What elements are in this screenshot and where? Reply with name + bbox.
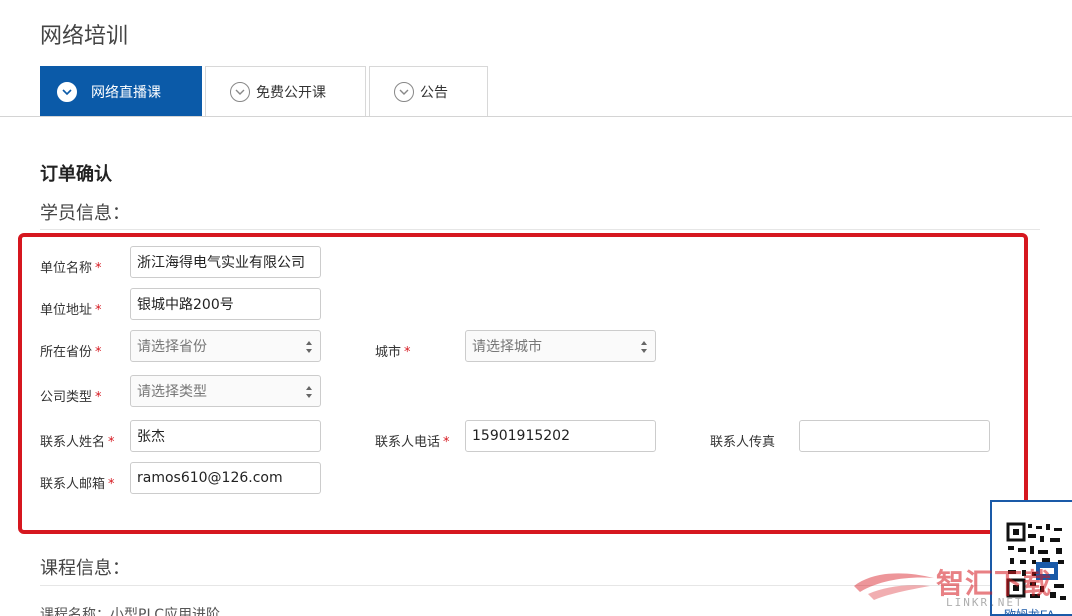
- tab-divider: [0, 116, 1072, 117]
- chevron-down-circle-icon: [394, 82, 414, 102]
- student-section-title: 学员信息：: [40, 203, 130, 224]
- tab-free-course[interactable]: 免费公开课: [205, 66, 366, 117]
- tab-live-course[interactable]: 网络直播课: [40, 66, 202, 117]
- tab-bar: 网络直播课 免费公开课 公告: [40, 66, 491, 117]
- chevron-down-circle-icon: [57, 82, 77, 102]
- chevron-down-circle-icon: [230, 82, 250, 102]
- page-title: 网络培训: [40, 24, 129, 49]
- order-title: 订单确认: [40, 164, 112, 185]
- watermark-url: LINKR.NET: [946, 596, 1024, 609]
- watermark: 智汇下载 LINKR.NET: [850, 560, 1072, 616]
- course-section-title: 课程信息：: [40, 558, 130, 579]
- tab-label: 公告: [420, 85, 448, 101]
- tab-label: 免费公开课: [256, 85, 326, 101]
- tab-announcement[interactable]: 公告: [369, 66, 488, 117]
- course-name: 课程名称：小型PLC应用进阶: [40, 607, 221, 616]
- tab-label: 网络直播课: [91, 85, 161, 101]
- section-divider: [40, 229, 1040, 230]
- highlight-box: [18, 233, 1028, 534]
- watermark-logo-icon: [854, 573, 934, 600]
